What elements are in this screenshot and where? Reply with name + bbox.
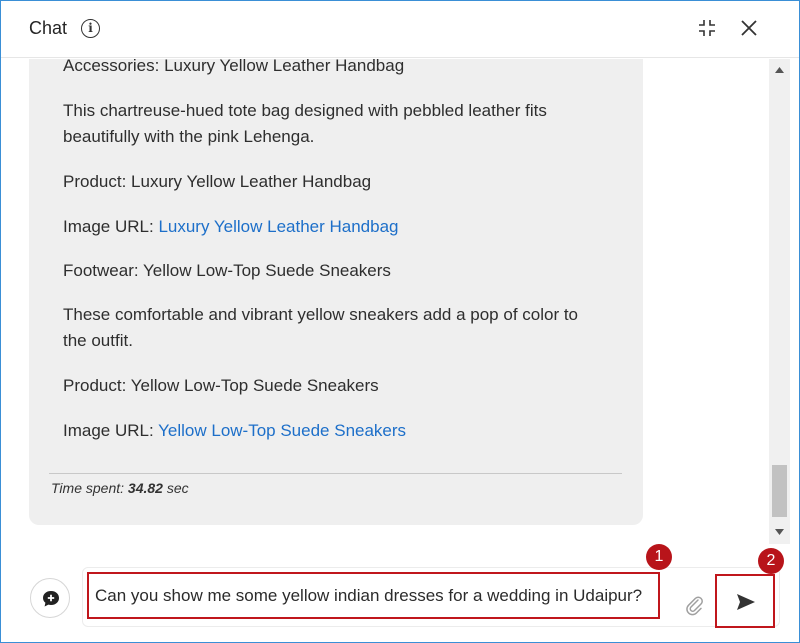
message-paragraph: Product: Luxury Yellow Leather Handbag bbox=[63, 172, 372, 191]
message-paragraph: Image URL: Yellow Low-Top Suede Sneakers bbox=[63, 418, 583, 444]
message-list[interactable]: Accessories: Luxury Yellow Leather Handb… bbox=[1, 59, 769, 544]
send-button[interactable] bbox=[715, 574, 775, 628]
image-link-handbag[interactable]: Luxury Yellow Leather Handbag bbox=[158, 217, 398, 236]
chat-window: Chat i Accessories: Luxury Yellow Leathe… bbox=[0, 0, 800, 643]
message-paragraph: These comfortable and vibrant yellow sne… bbox=[63, 305, 579, 350]
message-paragraph: Product: Yellow Low-Top Suede Sneakers bbox=[63, 376, 379, 395]
image-url-label: Image URL: bbox=[63, 421, 159, 440]
message-paragraph: Footwear: Yellow Low-Top Suede Sneakers bbox=[63, 261, 391, 280]
time-unit: sec bbox=[166, 480, 189, 496]
chat-input[interactable]: Can you show me some yellow indian dress… bbox=[87, 572, 660, 619]
time-spent: Time spent: 34.82 sec bbox=[51, 480, 189, 496]
divider bbox=[49, 473, 622, 474]
message-paragraph: Image URL: Luxury Yellow Leather Handbag bbox=[63, 214, 583, 240]
scroll-down-arrow-icon[interactable] bbox=[769, 525, 790, 539]
chat-header: Chat i bbox=[1, 1, 799, 58]
time-label: Time spent: bbox=[51, 480, 125, 496]
new-chat-button[interactable] bbox=[30, 578, 70, 618]
send-icon bbox=[737, 594, 755, 610]
info-icon[interactable]: i bbox=[81, 19, 100, 38]
annotation-marker-1: 1 bbox=[646, 544, 672, 570]
assistant-message: Accessories: Luxury Yellow Leather Handb… bbox=[29, 59, 643, 525]
paperclip-icon[interactable] bbox=[683, 594, 705, 616]
vertical-scrollbar[interactable] bbox=[769, 59, 790, 544]
close-icon[interactable] bbox=[739, 18, 759, 38]
chat-title: Chat bbox=[29, 18, 68, 38]
scroll-up-arrow-icon[interactable] bbox=[769, 63, 790, 77]
image-url-label: Image URL: bbox=[63, 217, 159, 236]
message-paragraph: This chartreuse-hued tote bag designed w… bbox=[63, 101, 547, 146]
collapse-icon[interactable] bbox=[697, 18, 717, 38]
scrollbar-thumb[interactable] bbox=[772, 465, 787, 517]
time-value: 34.82 bbox=[127, 480, 163, 496]
annotation-marker-2: 2 bbox=[758, 548, 784, 574]
image-link-sneakers[interactable]: Yellow Low-Top Suede Sneakers bbox=[158, 421, 406, 440]
chat-plus-icon bbox=[43, 591, 59, 607]
message-paragraph: Accessories: Luxury Yellow Leather Handb… bbox=[63, 59, 405, 75]
